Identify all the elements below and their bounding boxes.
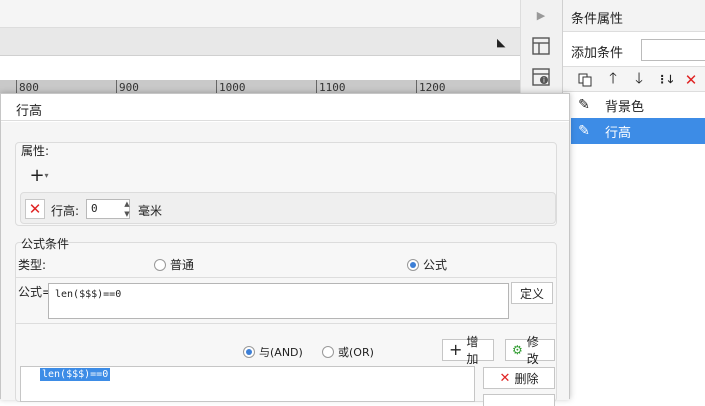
logic-and-radio[interactable]: 与(AND) (243, 344, 303, 360)
copy-icon[interactable] (575, 70, 595, 90)
arrow-up-icon[interactable]: 🡑 (603, 69, 623, 90)
dialog-body: 属性: + ▾ ✕ 行高: 0 ▲ ▼ 毫米 公式条件 类型: 普通 公式 公式= … (1, 122, 569, 406)
add-condition-label: 添加条件 (571, 46, 624, 61)
delete-button[interactable]: ✕ 删除 (483, 367, 555, 389)
remove-property-button[interactable]: ✕ (25, 199, 45, 219)
formula-label: 公式= (18, 285, 53, 299)
dialog-title: 行高 (1, 94, 569, 121)
radio-label: 公式 (423, 258, 448, 272)
condition-item[interactable]: ✎ 行高 (571, 118, 705, 144)
radio-dot (154, 258, 166, 271)
designer-toolbar: ◣ (0, 28, 520, 56)
condition-properties-panel: 条件属性 添加条件 🡑 🡓 ⋮🡓 ✕ ✎ 背景色 ✎ 行高 (562, 0, 705, 399)
cell-info-icon[interactable]: i (528, 64, 554, 90)
button-label: 增加 (466, 335, 479, 366)
radio-label: 与(AND) (259, 346, 303, 359)
add-property-button[interactable]: + ▾ (25, 164, 53, 186)
logic-or-radio[interactable]: 或(OR) (322, 344, 374, 360)
define-button[interactable]: 定义 (511, 282, 553, 304)
type-normal-radio[interactable]: 普通 (154, 256, 194, 273)
add-condition-select[interactable] (641, 39, 705, 61)
condition-label: 背景色 (605, 99, 645, 115)
row-height-label: 行高: (51, 204, 80, 218)
row-height-stepper[interactable]: ▲ ▼ (121, 199, 133, 219)
plus-icon: + (449, 340, 463, 359)
radio-label: 普通 (170, 258, 195, 272)
svg-text:i: i (543, 77, 545, 85)
radio-dot (243, 346, 255, 358)
corner-menu-icon[interactable]: ◣ (497, 36, 505, 49)
delete-icon[interactable]: ✕ (681, 70, 701, 90)
expand-arrow-icon[interactable]: ▶ (528, 2, 554, 28)
panel-title: 条件属性 (563, 0, 705, 32)
unit-label: 毫米 (138, 204, 163, 218)
pencil-icon: ✎ (578, 123, 590, 139)
row-height-dialog: 行高 属性: + ▾ ✕ 行高: 0 ▲ ▼ 毫米 公式条件 类型: 普通 公式 公… (0, 93, 570, 406)
radio-label: 或(OR) (338, 346, 374, 359)
stepper-up-icon[interactable]: ▲ (121, 199, 133, 209)
sort-down-icon[interactable]: ⋮🡓 (655, 70, 675, 90)
radio-dot (407, 258, 419, 271)
formula-input[interactable]: len($$$)==0 (48, 283, 509, 319)
add-button[interactable]: + 增加 (442, 335, 494, 366)
cell-format-icon[interactable] (528, 33, 554, 59)
formula-condition-label: 公式条件 (21, 237, 70, 251)
button-label: 修改 (526, 335, 539, 366)
list-item[interactable]: len($$$)==0 (40, 368, 111, 381)
partial-button[interactable] (483, 394, 555, 406)
type-label: 类型: (18, 258, 47, 272)
pencil-icon: ✎ (578, 97, 590, 113)
designer-top-bar (0, 0, 520, 28)
close-icon: ✕ (499, 370, 511, 386)
condition-toolbar: 🡑 🡓 ⋮🡓 ✕ (563, 66, 705, 92)
radio-dot (322, 346, 334, 358)
property-label: 属性: (21, 144, 50, 158)
divider (16, 323, 556, 324)
arrow-down-icon[interactable]: 🡓 (629, 69, 649, 90)
gear-edit-icon: ⚙ (512, 343, 523, 357)
type-formula-radio[interactable]: 公式 (407, 256, 447, 273)
modify-button[interactable]: ⚙ 修改 (505, 335, 555, 366)
divider (16, 277, 556, 278)
stepper-down-icon[interactable]: ▼ (121, 209, 133, 219)
condition-label: 行高 (605, 125, 632, 141)
condition-item[interactable]: ✎ 背景色 (571, 92, 705, 118)
button-label: 删除 (514, 371, 539, 386)
